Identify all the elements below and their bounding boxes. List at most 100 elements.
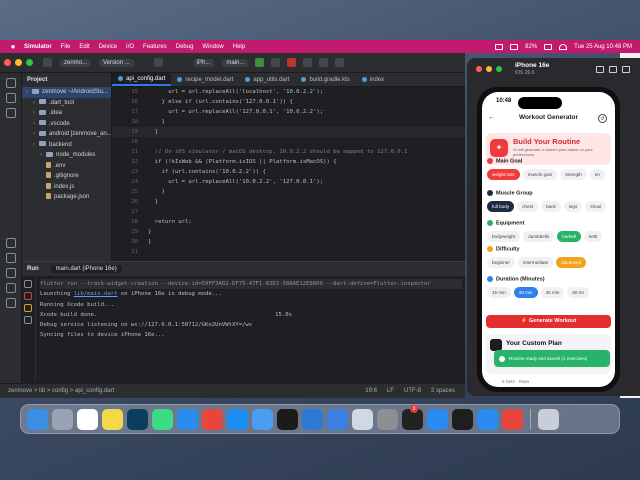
option-chip[interactable]: intermediate — [517, 257, 554, 269]
rerun-icon[interactable] — [24, 280, 32, 288]
editor-tab[interactable]: app_utils.dart — [239, 73, 295, 86]
generate-workout-button[interactable]: ⚡ Generate Workout — [486, 315, 611, 328]
code-editor[interactable]: 15 url = url.replaceAll('localhost', '10… — [112, 87, 465, 261]
dock-app-launchpad-icon[interactable] — [52, 408, 73, 430]
tree-item[interactable]: › .dart_tool — [22, 98, 111, 109]
option-chip[interactable]: bodyweight — [487, 231, 521, 243]
option-chip[interactable]: chest — [517, 201, 539, 213]
tree-item[interactable]: .env — [22, 161, 111, 172]
menu-edit[interactable]: Edit — [79, 44, 89, 50]
dock-app-safari-icon[interactable] — [177, 408, 198, 430]
code-line[interactable]: 21 // On iOS simulator / macOS desktop, … — [112, 147, 465, 157]
tree-item[interactable]: › zenmove ~/AndroidStu... — [22, 87, 111, 98]
more-icon[interactable] — [6, 108, 16, 118]
run-icon[interactable] — [255, 58, 265, 67]
menu-help[interactable]: Help — [233, 44, 245, 50]
rotate-icon[interactable] — [622, 65, 630, 73]
more-icon[interactable] — [303, 58, 313, 67]
dock-app-mail-icon[interactable] — [252, 408, 273, 430]
code-line[interactable]: 27 — [112, 207, 465, 217]
menu-file[interactable]: File — [61, 44, 71, 50]
menu-io[interactable]: I/O — [126, 44, 134, 50]
menu-features[interactable]: Features — [143, 44, 167, 50]
option-chip[interactable]: 30 min — [513, 287, 538, 299]
menu-simulator[interactable]: Simulator — [24, 44, 52, 50]
file-link[interactable]: lib/main.dart — [74, 289, 118, 299]
option-chip[interactable]: barbell — [557, 231, 581, 243]
dock-app-chrome-icon[interactable] — [202, 408, 223, 430]
code-line[interactable]: 28 return url; — [112, 217, 465, 227]
menu-debug[interactable]: Debug — [176, 44, 194, 50]
option-chip[interactable]: advanced — [556, 257, 587, 269]
code-line[interactable]: 22 if (!kIsWeb && (Platform.isIOS || Pla… — [112, 157, 465, 167]
clock[interactable]: Tue 25 Aug 10:48 PM — [574, 44, 632, 50]
problems-icon[interactable] — [6, 268, 16, 278]
indent-setting[interactable]: 2 spaces — [431, 388, 455, 394]
dock-app-chrome-icon[interactable] — [502, 408, 523, 430]
code-line[interactable]: 31 — [112, 247, 465, 257]
dock-app-instruments-icon[interactable] — [127, 408, 148, 430]
run-label[interactable]: Run — [27, 266, 39, 272]
tree-item[interactable]: › .idea — [22, 108, 111, 119]
editor-tab[interactable]: build.gradle.kts — [295, 73, 355, 86]
option-chip[interactable]: en — [589, 169, 605, 181]
tree-item[interactable]: package.json — [22, 192, 111, 203]
close-icon[interactable] — [476, 66, 482, 72]
project-header[interactable]: Project — [22, 73, 111, 87]
option-chip[interactable]: legs — [563, 201, 583, 213]
run-tab[interactable]: main.dart (iPhone 16e) — [50, 265, 122, 273]
file-encoding[interactable]: UTF-8 — [404, 388, 421, 394]
code-line[interactable]: 15 url = url.replaceAll('localhost', '10… — [112, 87, 465, 97]
code-line[interactable]: 25 } — [112, 187, 465, 197]
git-icon[interactable] — [6, 283, 16, 293]
tree-item[interactable]: index.js — [22, 182, 111, 193]
option-chip[interactable]: muscle gain — [522, 169, 558, 181]
option-chip[interactable]: 60 mi — [567, 287, 589, 299]
tree-item[interactable]: › android [zenmove_an... — [22, 129, 111, 140]
dock-app-vs-code-icon[interactable] — [302, 408, 323, 430]
editor-tab[interactable]: index — [356, 73, 390, 86]
tree-item[interactable]: › .vscode — [22, 119, 111, 130]
option-chip[interactable]: 45 min — [540, 287, 565, 299]
project-selector[interactable]: zenmo... — [60, 58, 92, 67]
dock-app-xcode-icon[interactable] — [327, 408, 348, 430]
vcs-selector[interactable]: Version ... — [99, 58, 134, 67]
dock-app-system-settings-icon[interactable] — [377, 408, 398, 430]
breadcrumb[interactable]: zenmove > lib > config > api_config.dart — [8, 388, 114, 394]
code-line[interactable]: 19 } — [112, 127, 465, 137]
run-icon[interactable] — [6, 238, 16, 248]
apple-icon[interactable]: ● — [8, 42, 18, 52]
code-line[interactable]: 16 } else if (url.contains('127.0.0.1'))… — [112, 97, 465, 107]
code-line[interactable]: 26 } — [112, 197, 465, 207]
cursor-position[interactable]: 19:6 — [365, 388, 377, 394]
option-chip[interactable]: kettl — [584, 231, 603, 243]
dock-app-cursor-icon[interactable] — [452, 408, 473, 430]
terminal-icon[interactable] — [6, 253, 16, 263]
scroll-icon[interactable] — [24, 316, 32, 324]
editor-tab[interactable]: api_config.dart — [112, 73, 172, 86]
maximize-icon[interactable] — [26, 59, 33, 66]
close-icon[interactable] — [4, 59, 11, 66]
dock-app-calendar-icon[interactable] — [77, 408, 98, 430]
hot-reload-icon[interactable] — [24, 304, 32, 312]
dock-app-terminal-icon[interactable] — [277, 408, 298, 430]
option-chip[interactable]: back — [541, 201, 561, 213]
dock-app-safari-icon[interactable] — [477, 408, 498, 430]
editor-tab[interactable]: recipe_model.dart — [171, 73, 239, 86]
wifi-icon[interactable] — [559, 43, 568, 50]
stop-icon[interactable] — [24, 292, 32, 300]
stop-icon[interactable] — [287, 58, 297, 67]
option-chip[interactable]: strength — [560, 169, 587, 181]
screen-icon[interactable] — [495, 43, 504, 50]
tree-item[interactable]: .gitignore — [22, 171, 111, 182]
tree-item[interactable]: › backend — [22, 140, 111, 151]
menu-window[interactable]: Window — [202, 44, 223, 50]
code-line[interactable]: 30} — [112, 237, 465, 247]
code-line[interactable]: 29} — [112, 227, 465, 237]
dock-app-app-store-icon[interactable] — [227, 408, 248, 430]
search-icon[interactable] — [319, 58, 329, 67]
dock-app-trash-icon[interactable] — [538, 408, 559, 430]
dock-app-finder-icon[interactable] — [27, 408, 48, 430]
dock-app-android-studio-icon[interactable] — [152, 408, 173, 430]
history-icon[interactable]: ↺ — [598, 114, 607, 123]
